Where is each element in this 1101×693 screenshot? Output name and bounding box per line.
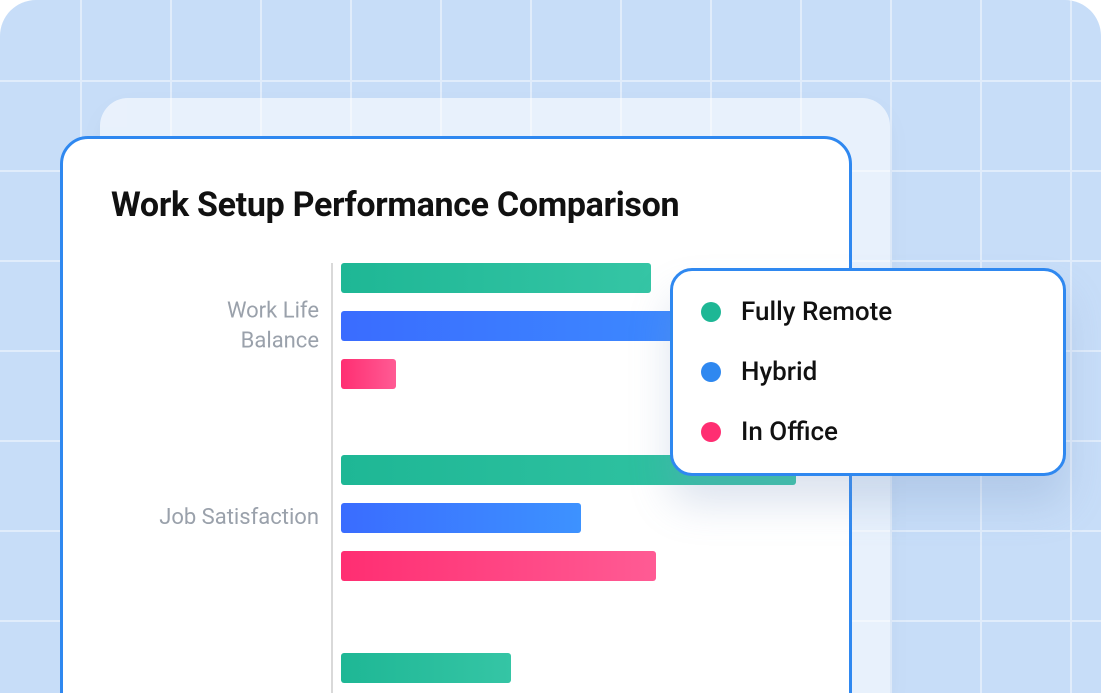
outer-frame: Work Setup Performance Comparison Work L… [0, 0, 1101, 693]
bar-worklife-remote [341, 263, 651, 293]
bar-jobsat-hybrid [341, 503, 581, 533]
legend-box: Fully Remote Hybrid In Office [670, 268, 1066, 476]
category-label-worklife: Work LifeBalance [119, 296, 319, 355]
chart-title: Work Setup Performance Comparison [111, 185, 801, 225]
legend-label-office: In Office [741, 417, 838, 447]
legend-item-office: In Office [701, 417, 1035, 447]
legend-dot-icon [701, 302, 721, 322]
bars-partial [341, 653, 511, 693]
category-label-jobsat: Job Satisfaction [119, 503, 319, 533]
legend-label-hybrid: Hybrid [741, 357, 817, 387]
legend-dot-icon [701, 362, 721, 382]
legend-item-hybrid: Hybrid [701, 357, 1035, 387]
bar-jobsat-office [341, 551, 656, 581]
category-group-partial [111, 653, 801, 693]
legend-dot-icon [701, 422, 721, 442]
bar-worklife-office [341, 359, 396, 389]
legend-item-remote: Fully Remote [701, 297, 1035, 327]
legend-label-remote: Fully Remote [741, 297, 892, 327]
bar-partial-remote [341, 653, 511, 683]
